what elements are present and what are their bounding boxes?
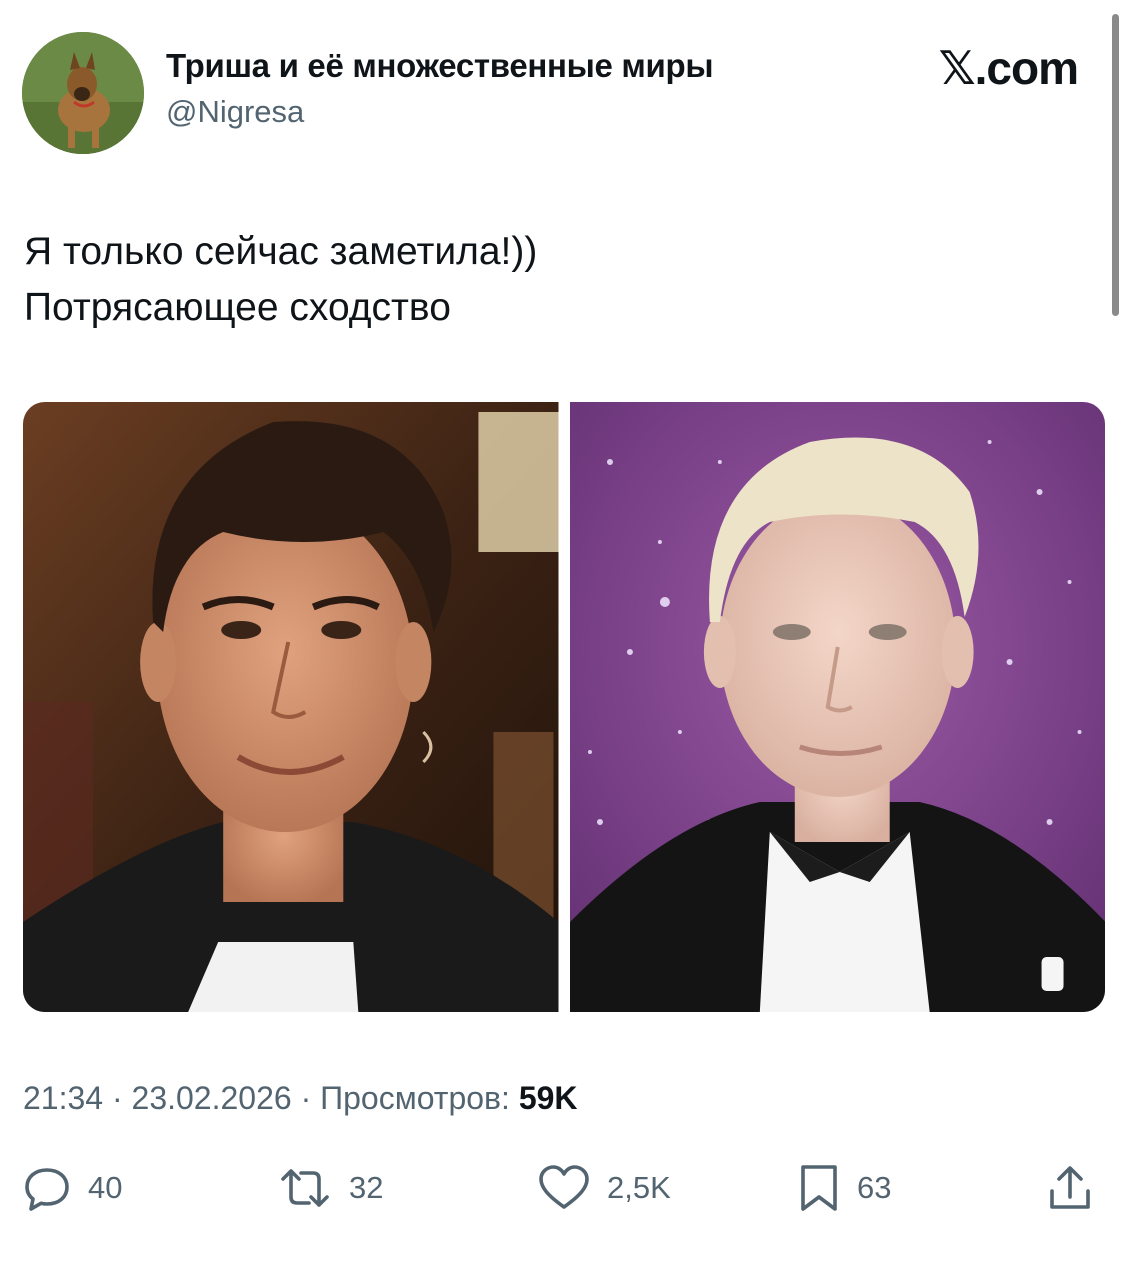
share-icon [1047, 1163, 1093, 1213]
author-block: Триша и её множественные миры @Nigresa [166, 46, 714, 132]
repost-button[interactable]: 32 [277, 1160, 383, 1216]
media-photo-left[interactable] [23, 402, 559, 1012]
tweet-text-line: Я только сейчас заметила!)) [24, 230, 538, 273]
reply-icon [22, 1163, 72, 1213]
action-bar: 40 32 2,5K 63 [22, 1160, 1102, 1216]
views-count[interactable]: 59K [519, 1080, 578, 1116]
user-handle[interactable]: @Nigresa [166, 92, 713, 132]
tweet-header: Триша и её множественные миры @Nigresa 𝕏… [22, 32, 1092, 154]
media-photo-right[interactable] [569, 402, 1105, 1012]
repost-count: 32 [349, 1170, 384, 1205]
tweet-time[interactable]: 21:34 [23, 1080, 103, 1116]
heart-icon [537, 1163, 591, 1213]
tweet-meta: 21:34 · 23.02.2026 · Просмотров: 59K [23, 1078, 578, 1118]
scrollbar[interactable] [1112, 14, 1119, 316]
tweet-date[interactable]: 23.02.2026 [132, 1080, 292, 1116]
share-button[interactable] [1047, 1160, 1093, 1216]
media-grid [23, 402, 1105, 1012]
tweet-text-line: Потрясающее сходство [24, 286, 451, 329]
display-name[interactable]: Триша и её множественные миры [166, 46, 714, 86]
brand-logo: 𝕏.com [938, 42, 1079, 94]
reply-count: 40 [88, 1170, 123, 1205]
meta-separator: · [291, 1080, 321, 1116]
reply-button[interactable]: 40 [22, 1160, 122, 1216]
views-label: Просмотров: [320, 1080, 519, 1116]
meta-separator: · [103, 1080, 132, 1116]
bookmark-count: 63 [857, 1170, 892, 1205]
tweet-text: Я только сейчас заметила!)) Потрясающее … [24, 224, 537, 336]
like-count: 2,5K [607, 1170, 671, 1205]
bookmark-button[interactable]: 63 [797, 1160, 891, 1216]
avatar[interactable] [22, 32, 144, 154]
like-button[interactable]: 2,5K [537, 1160, 671, 1216]
bookmark-icon [797, 1163, 841, 1213]
repost-icon [277, 1163, 333, 1213]
